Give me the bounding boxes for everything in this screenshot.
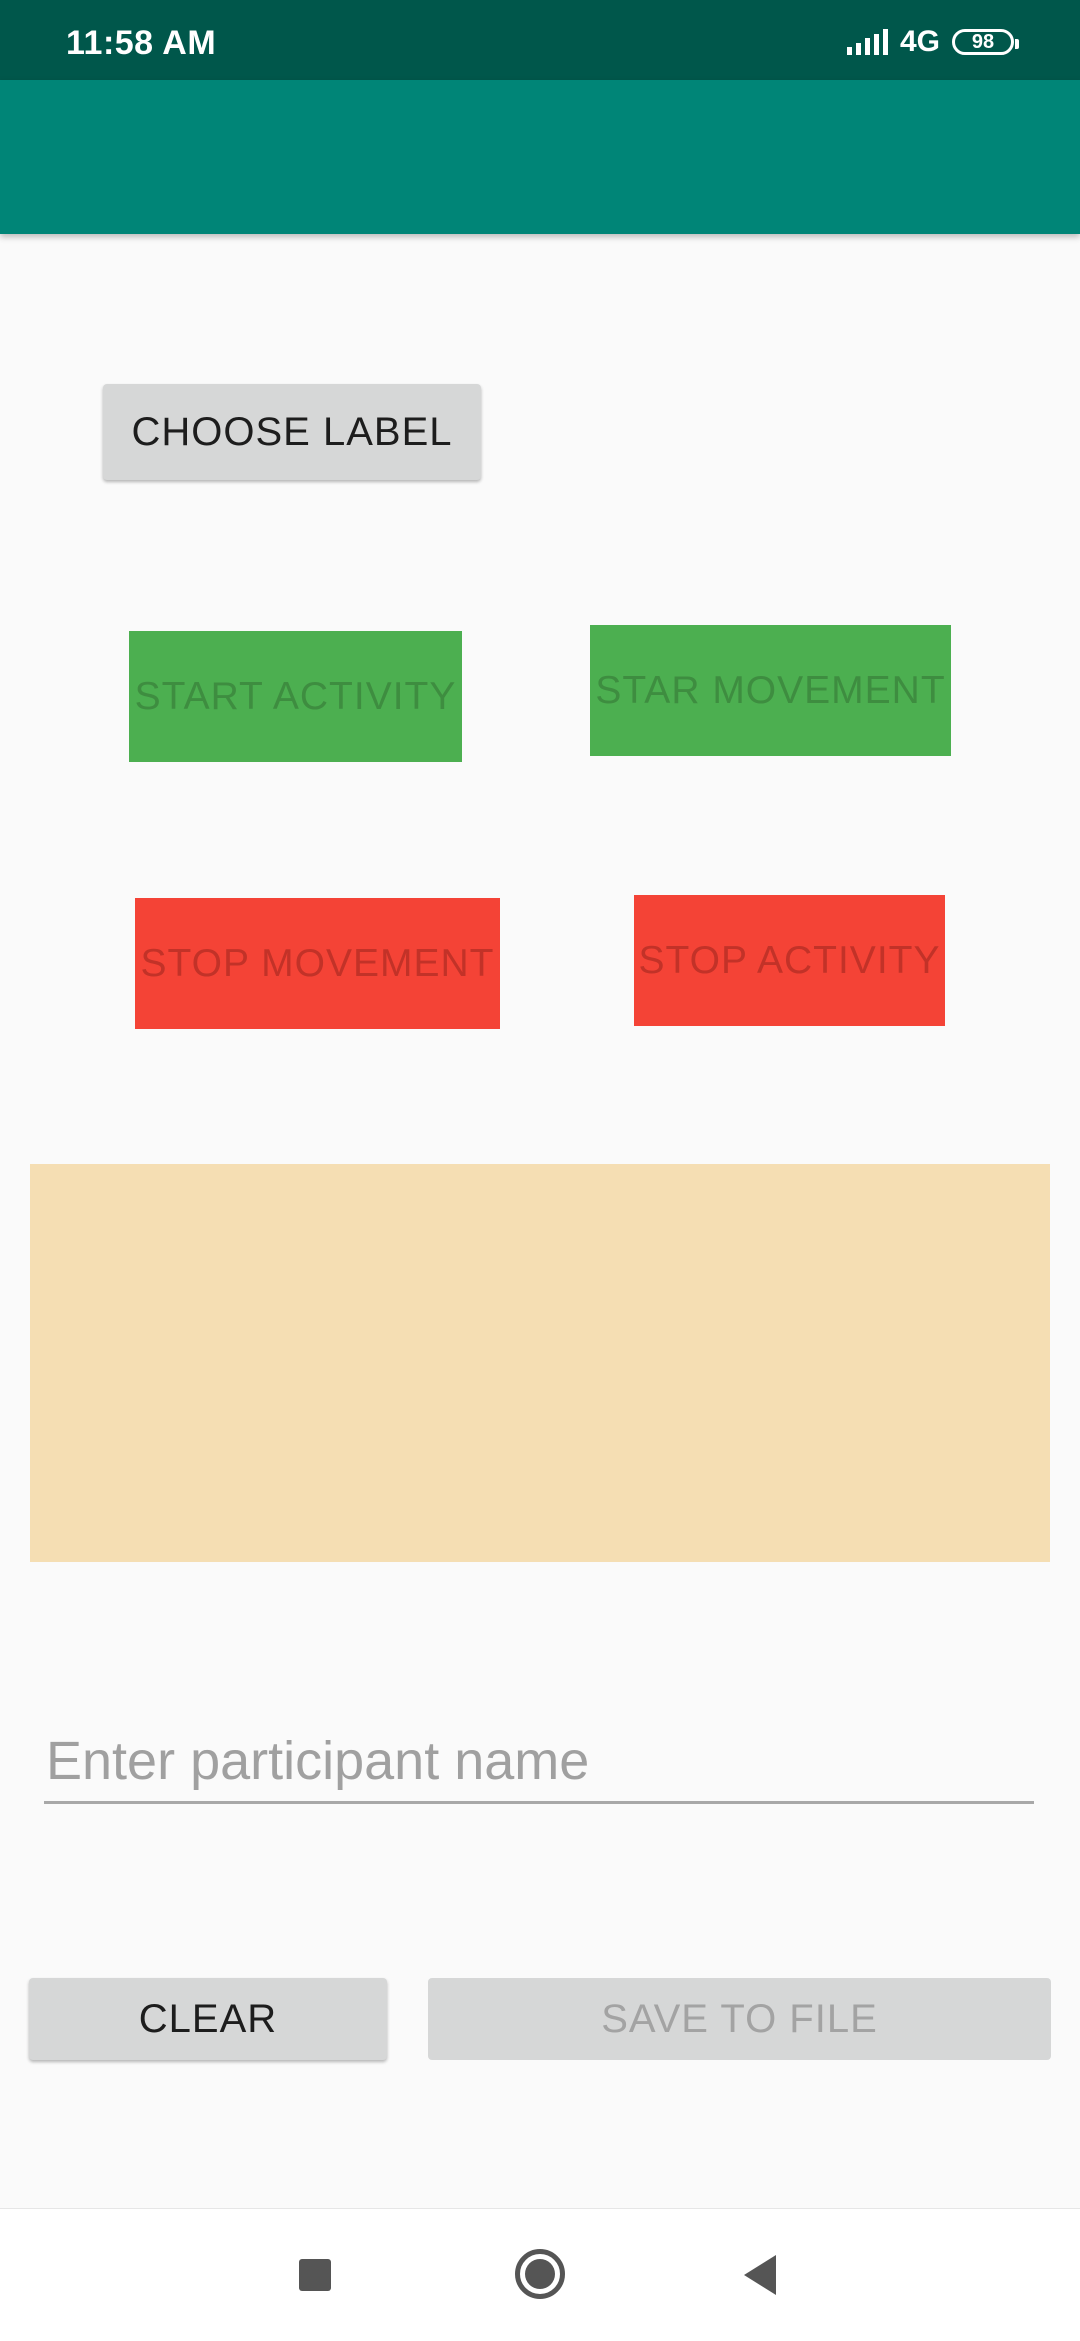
square-icon[interactable] (299, 2259, 331, 2291)
triangle-back-icon[interactable] (744, 2255, 776, 2295)
stop-activity-button[interactable]: STOP ACTIVITY (634, 895, 945, 1026)
clear-button[interactable]: CLEAR (29, 1978, 387, 2060)
app-bar (0, 80, 1080, 234)
participant-name-input[interactable] (44, 1720, 1034, 1804)
battery-icon: 98 (952, 29, 1019, 55)
stop-movement-button[interactable]: STOP MOVEMENT (135, 898, 500, 1029)
save-to-file-button[interactable]: SAVE TO FILE (428, 1978, 1051, 2060)
choose-label-button[interactable]: CHOOSE LABEL (103, 384, 481, 480)
start-activity-button[interactable]: START ACTIVITY (129, 631, 462, 762)
status-indicators: 4G 98 (846, 22, 1019, 62)
log-panel (30, 1164, 1050, 1562)
status-time: 11:58 AM (66, 24, 217, 62)
status-bar: 11:58 AM 4G 98 (0, 0, 1080, 80)
signal-icon (846, 29, 888, 55)
circle-icon[interactable] (515, 2249, 565, 2299)
star-movement-button[interactable]: STAR MOVEMENT (590, 625, 951, 756)
navigation-bar (0, 2208, 1080, 2341)
network-type: 4G (899, 25, 940, 58)
